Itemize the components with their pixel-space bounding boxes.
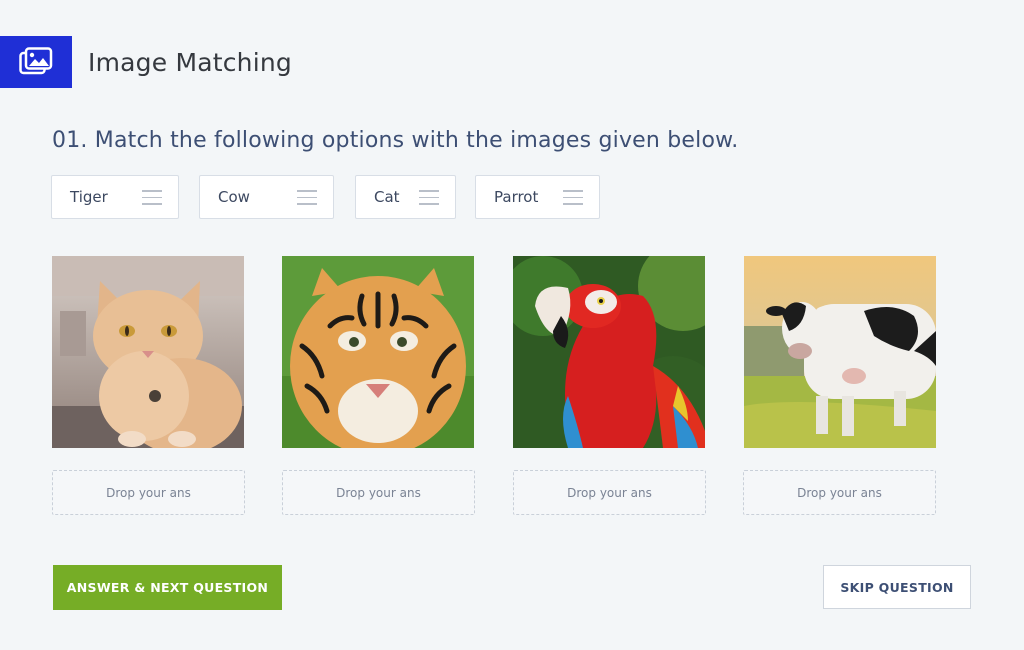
dropzone-parrot[interactable]: Drop your ans bbox=[513, 470, 706, 515]
drag-handle-icon[interactable] bbox=[563, 190, 583, 206]
option-cow[interactable]: Cow bbox=[199, 175, 334, 219]
skip-question-button[interactable]: SKIP QUESTION bbox=[823, 565, 971, 609]
cow-image bbox=[744, 256, 936, 448]
tiger-image bbox=[282, 256, 474, 448]
option-cat[interactable]: Cat bbox=[355, 175, 456, 219]
option-label: Cow bbox=[218, 188, 250, 206]
parrot-image bbox=[513, 256, 705, 448]
option-tiger[interactable]: Tiger bbox=[51, 175, 179, 219]
header-icon-box bbox=[0, 36, 72, 88]
drag-handle-icon[interactable] bbox=[297, 190, 317, 206]
question-text: 01. Match the following options with the… bbox=[52, 128, 739, 153]
page-title: Image Matching bbox=[88, 48, 292, 77]
images-icon bbox=[19, 47, 53, 75]
answer-next-button[interactable]: ANSWER & NEXT QUESTION bbox=[53, 565, 282, 610]
drag-handle-icon[interactable] bbox=[142, 190, 162, 206]
dropzone-cat[interactable]: Drop your ans bbox=[52, 470, 245, 515]
dropzone-tiger[interactable]: Drop your ans bbox=[282, 470, 475, 515]
dropzone-cow[interactable]: Drop your ans bbox=[743, 470, 936, 515]
cat-image bbox=[52, 256, 244, 448]
option-parrot[interactable]: Parrot bbox=[475, 175, 600, 219]
option-label: Parrot bbox=[494, 188, 539, 206]
drag-handle-icon[interactable] bbox=[419, 190, 439, 206]
option-label: Cat bbox=[374, 188, 400, 206]
option-label: Tiger bbox=[70, 188, 108, 206]
